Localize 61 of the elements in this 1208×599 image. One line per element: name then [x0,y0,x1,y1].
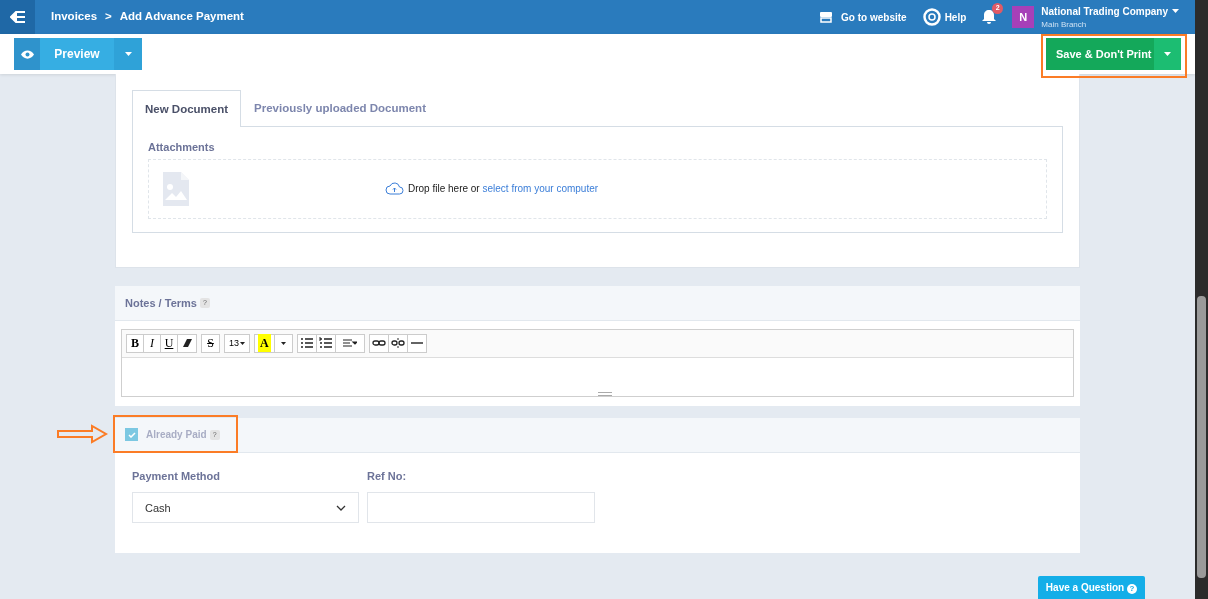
caret-icon [1172,9,1179,13]
font-size-button[interactable]: 13 [225,334,249,352]
payment-method-select[interactable]: Cash [132,492,359,524]
unlink-icon [390,337,405,350]
breadcrumb-separator: > [105,9,112,25]
bullet-list-icon [299,337,314,350]
attachments-label: Attachments [148,140,216,156]
select-file-link[interactable]: select from your computer [482,183,599,195]
align-icon [342,337,357,350]
caret-icon [1164,52,1171,56]
back-button[interactable] [0,0,35,34]
breadcrumb-item[interactable]: Invoices [51,8,98,26]
numbered-list-icon [318,337,333,350]
hr-button[interactable] [407,334,426,352]
drop-instructions: Drop file here or select from your computer [408,182,599,197]
scrollbar[interactable] [1195,0,1208,599]
menu-collapse-icon [9,11,26,23]
image-file-icon [163,171,189,206]
pointer-arrow [57,423,109,444]
eye-icon [20,49,34,59]
unlink-button[interactable] [388,334,408,352]
eraser-button[interactable] [178,334,196,352]
caret-icon [240,341,245,345]
bold-button[interactable]: B [127,334,144,352]
italic-button[interactable]: I [144,334,161,352]
save-button[interactable]: Save & Don't Print [1046,38,1154,70]
notes-title: Notes / Terms [125,295,197,311]
scrollbar-thumb[interactable] [1197,296,1206,578]
ul-button[interactable] [297,334,317,352]
store-icon [819,11,834,23]
company-name[interactable]: National Trading Company [1041,3,1168,19]
ref-no-label: Ref No: [367,468,408,484]
already-paid-label: Already Paid [146,428,207,443]
help-link[interactable]: Help [922,8,967,26]
link-button[interactable] [369,334,389,352]
payment-method-label: Payment Method [132,468,221,484]
document-tab[interactable]: New Document [132,90,242,128]
chevron-down-icon [336,504,346,511]
ol-button[interactable] [316,334,336,352]
company-avatar: N [1012,6,1035,28]
eraser-icon [180,337,194,350]
lifebuoy-icon [922,8,941,26]
cloud-upload-icon [385,182,404,196]
caret-icon [124,52,132,56]
bell-icon [982,9,997,25]
question-button[interactable]: Have a Question ? [1037,576,1145,599]
underline-button[interactable]: U [161,334,178,352]
already-paid-checkbox[interactable] [125,428,138,442]
preview-icon-button[interactable] [14,38,40,70]
website-link[interactable]: Go to website [819,9,907,25]
breadcrumb-item: Add Advance Payment [119,9,244,25]
text-color-button[interactable]: A [255,334,275,352]
drop-zone[interactable]: Drop file here or select from your computer [148,158,1047,219]
align-button[interactable] [335,334,364,352]
question-icon: ? [1127,584,1137,594]
document-tab[interactable]: Previously uploaded Document [241,90,439,127]
resize-handle[interactable] [597,391,612,396]
ref-no-field[interactable] [367,492,595,524]
branch-name: Main Branch [1041,18,1088,31]
check-icon [127,431,136,438]
strikethrough-button[interactable]: S [202,334,219,352]
